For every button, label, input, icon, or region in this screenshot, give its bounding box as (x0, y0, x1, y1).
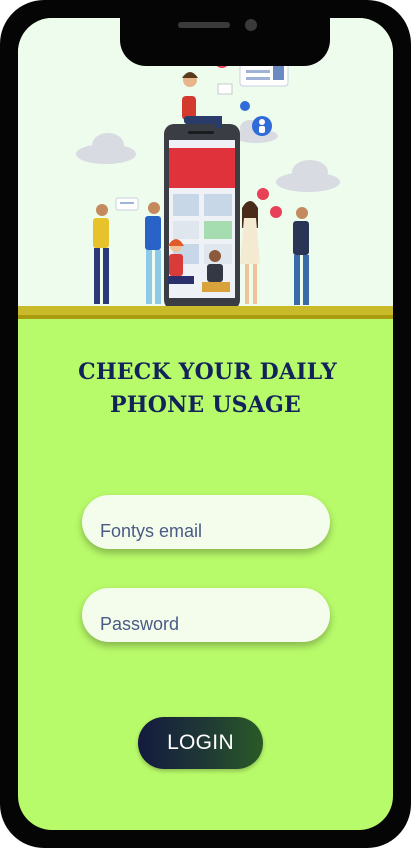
page-title: CHECK YOUR DAILY PHONE USAGE (0, 356, 411, 422)
ground-line (18, 306, 393, 315)
person-navy-shirt-icon (293, 207, 309, 305)
password-field[interactable] (82, 588, 330, 642)
camera-icon (245, 19, 257, 31)
info-icon (240, 101, 250, 111)
person-sitting-on-phone-icon (182, 72, 222, 128)
ground-shadow (18, 315, 393, 319)
person-blue-shirt-icon (145, 202, 161, 304)
title-line-1: CHECK YOUR DAILY (78, 359, 337, 385)
login-button[interactable]: LOGIN (138, 717, 263, 769)
email-input[interactable] (98, 519, 330, 543)
small-heart-icon (257, 188, 282, 218)
user-notification-icon (252, 116, 272, 136)
person-white-dress-icon (240, 201, 260, 304)
person-yellow-shirt-icon (93, 204, 109, 304)
speaker-icon (178, 22, 230, 28)
app-screen (18, 18, 393, 830)
title-line-2: PHONE USAGE (110, 392, 301, 418)
phone-frame: CHECK YOUR DAILY PHONE USAGE LOGIN (0, 0, 411, 848)
password-input[interactable] (98, 612, 330, 636)
mail-icon (217, 83, 233, 95)
chat-icon (115, 197, 139, 211)
email-field[interactable] (82, 495, 330, 549)
